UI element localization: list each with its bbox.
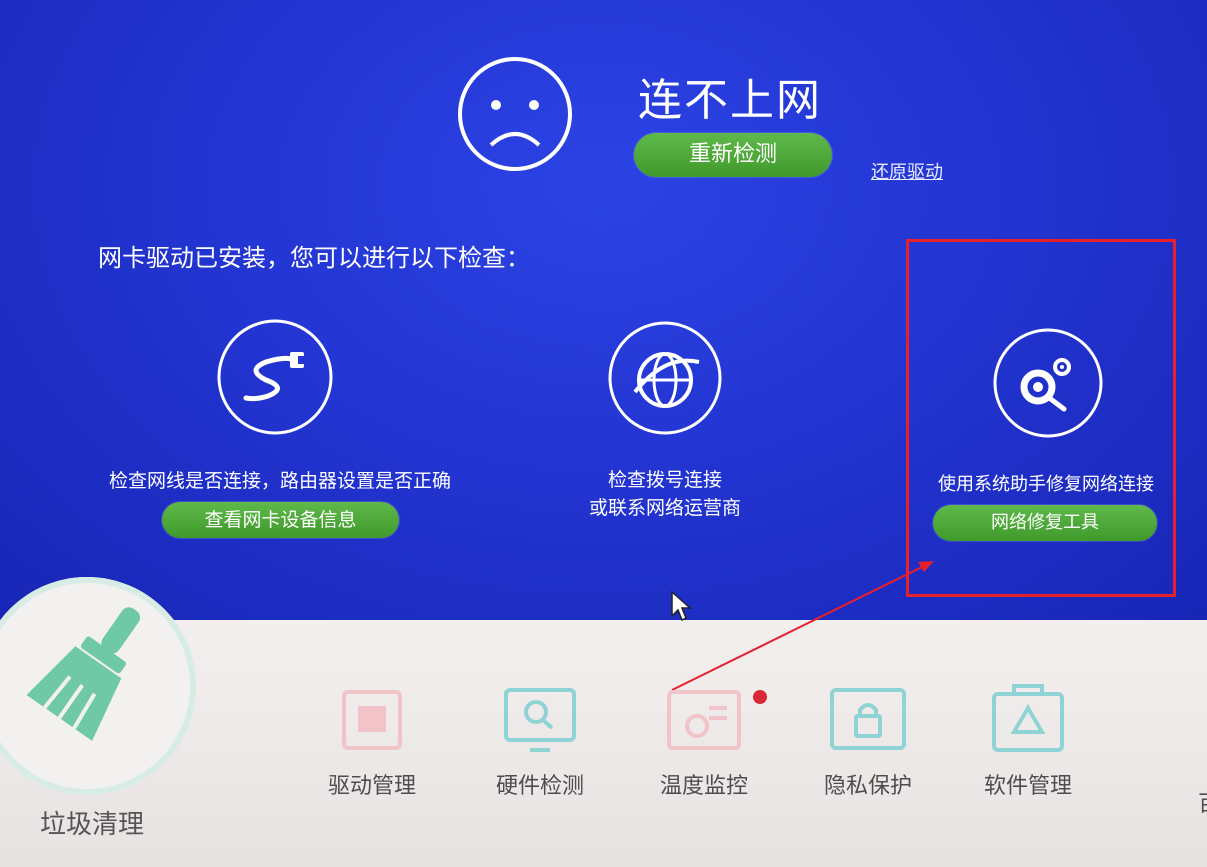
check-dialup-text: 检查拨号连接 或联系网络运营商 xyxy=(560,466,770,522)
view-nic-info-button[interactable]: 查看网卡设备信息 xyxy=(162,502,399,538)
driver-manager-tool[interactable]: 驱动管理 xyxy=(322,684,422,800)
page-title: 连不上网 xyxy=(638,75,822,126)
driver-installed-message: 网卡驱动已安装，您可以进行以下检查： xyxy=(98,244,530,272)
mouse-cursor-icon xyxy=(671,590,692,622)
temperature-monitor-tool[interactable]: 温度监控 xyxy=(654,684,754,800)
check-cable-text: 检查网线是否连接，路由器设置是否正确 xyxy=(108,470,451,492)
notification-dot xyxy=(753,690,767,704)
sad-face-icon xyxy=(458,57,572,171)
privacy-protection-label: 隐私保护 xyxy=(823,774,912,799)
temperature-monitor-label: 温度监控 xyxy=(659,774,748,799)
highlight-box xyxy=(906,239,1176,597)
broom-icon xyxy=(26,607,141,741)
monitor-search-icon xyxy=(504,688,576,752)
software-manager-label: 软件管理 xyxy=(983,774,1072,799)
cleanup-label: 垃圾清理 xyxy=(40,810,145,840)
check-dialup-line1: 检查拨号连接 xyxy=(607,469,722,491)
network-cable-icon xyxy=(217,319,333,435)
privacy-protection-tool[interactable]: 隐私保护 xyxy=(818,684,918,800)
software-manager-tool[interactable]: 软件管理 xyxy=(978,680,1078,800)
software-box-icon xyxy=(992,684,1064,752)
thermometer-board-icon xyxy=(667,690,741,750)
hardware-check-tool[interactable]: 硬件检测 xyxy=(490,684,590,800)
check-dialup-line2: 或联系网络运营商 xyxy=(588,497,741,519)
restore-driver-link[interactable]: 还原驱动 xyxy=(871,158,943,184)
lock-icon xyxy=(830,688,906,750)
driver-chip-icon xyxy=(342,690,402,750)
hardware-check-label: 硬件检测 xyxy=(495,774,584,799)
recheck-button[interactable]: 重新检测 xyxy=(634,133,832,177)
globe-icon xyxy=(608,321,722,435)
cleanup-button[interactable] xyxy=(0,577,196,795)
partial-tool-label: 百 xyxy=(1198,786,1207,818)
driver-manager-label: 驱动管理 xyxy=(327,774,416,799)
